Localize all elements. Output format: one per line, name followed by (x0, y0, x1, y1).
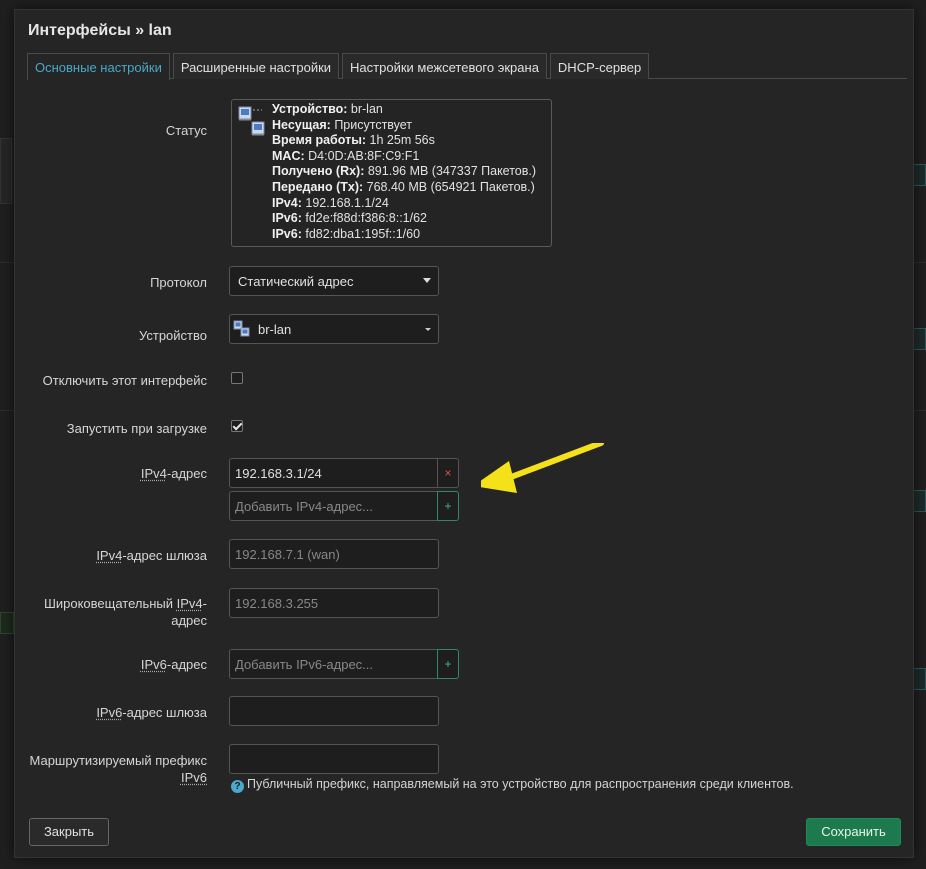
ipv4-gateway-input[interactable]: 192.168.7.1 (wan) (229, 539, 439, 569)
status-details: Устройство: br-lan Несущая: Присутствует… (272, 102, 536, 242)
background-button (912, 668, 926, 690)
status-line: IPv4: 192.168.1.1/24 (272, 195, 389, 210)
protocol-select[interactable]: Статический адрес (229, 266, 439, 296)
ipv6-prefix-help: ? Публичный префикс, направляемый на это … (231, 777, 794, 793)
background-button (912, 164, 926, 186)
background-divider (0, 262, 14, 263)
chevron-down-icon (423, 278, 431, 283)
background-button (912, 490, 926, 512)
tab-advanced-settings[interactable]: Расширенные настройки (172, 53, 340, 79)
background-button (912, 328, 926, 350)
status-line: MAC: D4:0D:AB:8F:C9:F1 (272, 148, 420, 163)
background-divider (912, 262, 926, 263)
status-line: IPv6: fd2e:f88d:f386:8::1/62 (272, 211, 428, 226)
device-label: Устройство (138, 328, 207, 343)
status-line: Получено (Rx): 891.96 MB (347337 Пакетов… (272, 164, 537, 179)
status-label: Статус (165, 123, 207, 138)
chevron-down-icon (425, 328, 431, 331)
autostart-label: Запустить при загрузке (66, 421, 207, 436)
ipv4-broadcast-label: Широковещательный IPv4-адрес (43, 596, 207, 628)
dialog-title: Интерфейсы » lan (28, 22, 172, 39)
close-button[interactable]: Закрыть (29, 818, 109, 846)
status-line: Несущая: Присутствует (272, 117, 413, 132)
status-line: Время работы: 1h 25m 56s (272, 133, 435, 148)
ipv4-broadcast-input[interactable]: 192.168.3.255 (229, 588, 439, 618)
tab-general-settings[interactable]: Основные настройки (27, 53, 170, 80)
ipv6-prefix-label: Маршрутизируемый префикс IPv6 (29, 753, 208, 785)
ipv4-gateway-label: IPv4-адрес шлюза (96, 548, 207, 563)
background-divider (0, 410, 14, 411)
add-ipv6-input[interactable]: Добавить IPv6-адрес... (229, 649, 438, 679)
ipv6-gateway-label: IPv6-адрес шлюза (96, 705, 207, 720)
background-divider (912, 410, 926, 411)
disable-interface-checkbox[interactable] (231, 372, 243, 384)
add-ipv6-button[interactable]: + (437, 649, 459, 679)
ipv6-address-label: IPv6-адрес (140, 657, 207, 672)
status-line: Устройство: br-lan (272, 102, 383, 116)
add-ipv4-button[interactable]: + (437, 491, 459, 521)
status-panel: Устройство: br-lan Несущая: Присутствует… (231, 99, 552, 247)
ipv6-prefix-input[interactable] (229, 744, 439, 774)
yellow-arrow-annotation (481, 443, 604, 493)
remove-ipv4-button[interactable]: × (437, 458, 459, 488)
protocol-label: Протокол (150, 275, 207, 290)
tab-bar: Основные настройки Расширенные настройки… (27, 53, 907, 80)
autostart-checkbox[interactable] (231, 420, 243, 432)
network-device-icon (233, 320, 251, 341)
ipv6-gateway-input[interactable] (229, 696, 439, 726)
add-ipv4-input[interactable]: Добавить IPv4-адрес... (229, 491, 438, 521)
tab-firewall-settings[interactable]: Настройки межсетевого экрана (342, 53, 547, 79)
disable-interface-label: Отключить этот интерфейс (42, 373, 207, 388)
network-device-icon (236, 104, 270, 138)
status-line: Передано (Tx): 768.40 MB (654921 Пакетов… (272, 179, 535, 194)
device-select[interactable]: br-lan (229, 314, 439, 344)
tab-dhcp-server[interactable]: DHCP-сервер (549, 53, 650, 79)
status-line: IPv6: fd82:dba1:195f::1/60 (272, 226, 421, 241)
background-panel (0, 138, 12, 204)
ipv4-address-label: IPv4-адрес (140, 466, 207, 481)
background-button (0, 612, 14, 634)
ipv4-address-input[interactable]: 192.168.3.1/24 (229, 458, 438, 488)
interface-dialog: Интерфейсы » lan Основные настройки Расш… (14, 9, 914, 858)
help-icon: ? (231, 780, 244, 793)
save-button[interactable]: Сохранить (806, 818, 901, 846)
